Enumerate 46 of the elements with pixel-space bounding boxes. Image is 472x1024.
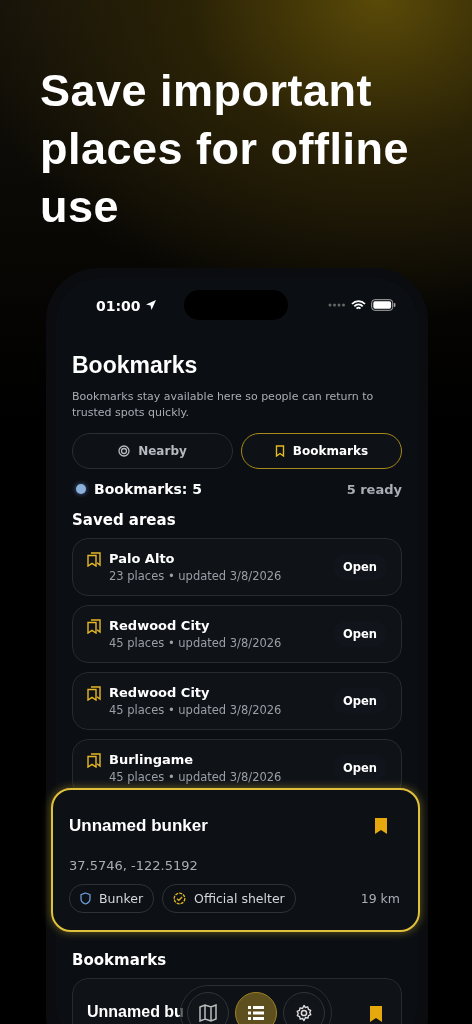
saved-area-card[interactable]: Redwood City 45 places • updated 3/8/2026 Open <box>72 605 402 663</box>
place-title: Unnamed bunker <box>69 816 208 836</box>
bookmark-count: Bookmarks: 5 <box>94 481 202 497</box>
status-time: 01:00 <box>96 298 141 314</box>
headline: Save important places for offline use <box>39 64 411 234</box>
bookmarks-icon <box>87 686 101 701</box>
area-name: Palo Alto <box>109 551 176 566</box>
area-meta: 45 places • updated 3/8/2026 <box>109 636 282 650</box>
settings-icon <box>295 1004 313 1022</box>
segment-tab[interactable]: Bookmarks <box>241 433 402 469</box>
area-name: Burlingame <box>109 752 195 767</box>
battery-icon <box>371 299 396 311</box>
screen-title: Bookmarks <box>72 352 199 379</box>
saved-area-card[interactable]: Redwood City 45 places • updated 3/8/2026 Open <box>72 672 402 730</box>
signal-icon <box>328 303 346 307</box>
place-coordinates: 37.5746, -122.5192 <box>69 858 199 873</box>
area-meta: 45 places • updated 3/8/2026 <box>109 703 282 717</box>
list-icon <box>247 1005 265 1021</box>
bookmark-icon[interactable] <box>369 1005 383 1023</box>
area-meta: 45 places • updated 3/8/2026 <box>109 770 282 784</box>
area-name: Redwood City <box>109 685 211 700</box>
screen-description: Bookmarks stay available here so people can return to trusted spots quickly. <box>72 389 375 421</box>
section-heading: Saved areas <box>72 511 177 529</box>
bookmark-icon <box>274 445 285 457</box>
bookmarks-icon <box>87 753 101 768</box>
area-name: Redwood City <box>109 618 211 633</box>
shield-icon <box>80 892 91 905</box>
status-dot <box>76 484 86 494</box>
place-tag: Official shelter <box>162 884 296 913</box>
section-heading: Bookmarks <box>72 951 168 969</box>
featured-place-popup[interactable]: Unnamed bunker 37.5746, -122.5192 Bunker Official shelter 19 km <box>51 788 420 932</box>
wifi-icon <box>351 299 366 311</box>
bookmarks-icon <box>87 619 101 634</box>
segment-tab[interactable]: Nearby <box>72 433 233 469</box>
bookmark-icon[interactable] <box>374 817 388 835</box>
bookmarks-icon <box>87 552 101 567</box>
saved-area-card[interactable]: Palo Alto 23 places • updated 3/8/2026 Open <box>72 538 402 596</box>
ready-count: 5 ready <box>346 481 402 497</box>
area-meta: 23 places • updated 3/8/2026 <box>109 569 282 583</box>
location-arrow-icon <box>144 299 157 311</box>
map-icon <box>199 1004 217 1022</box>
place-tag: Bunker <box>69 884 155 913</box>
place-distance: 19 km <box>360 891 400 906</box>
verified-badge-icon <box>173 892 187 905</box>
radar-icon <box>118 445 131 457</box>
bookmark-title: Unnamed bu <box>87 1003 184 1021</box>
